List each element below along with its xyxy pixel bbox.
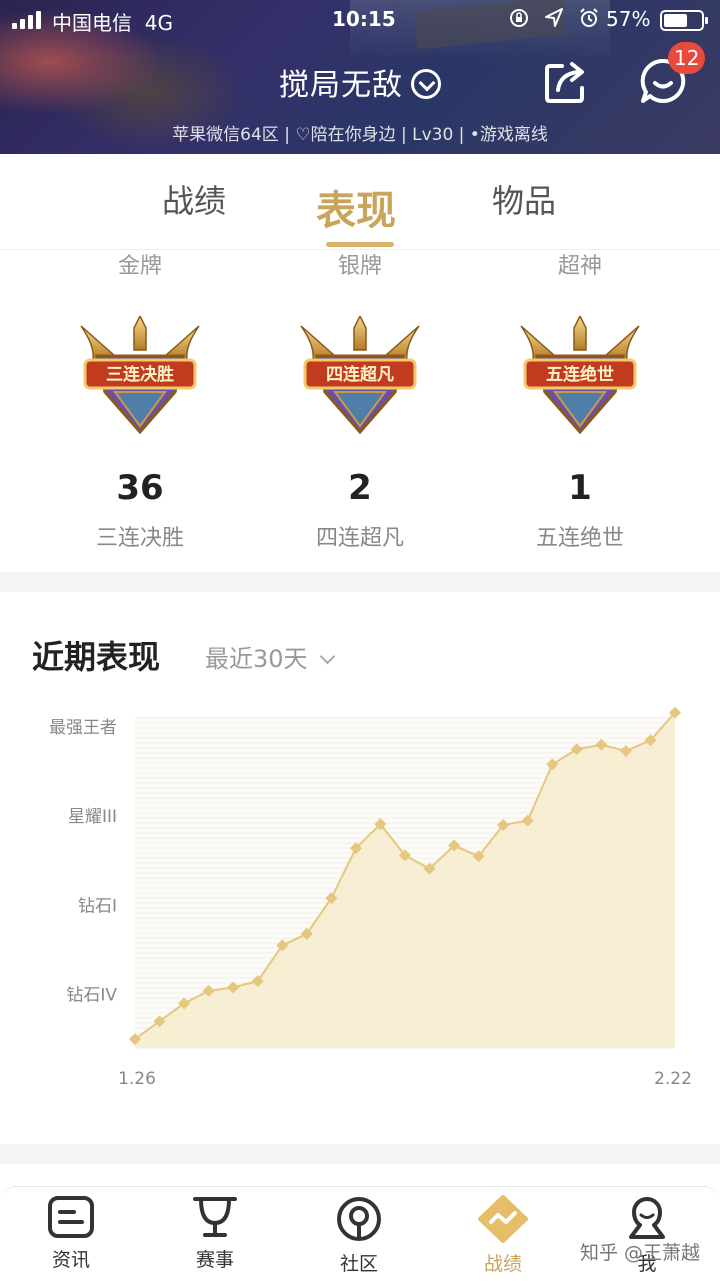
medal-silver[interactable]: 银牌 四连超凡 2 四连超凡 — [250, 250, 470, 552]
tab-items[interactable]: 物品 — [492, 176, 556, 222]
nav-label: 赛事 — [195, 1249, 234, 1271]
medal-name: 四连超凡 — [315, 526, 404, 551]
profile-header: 中国电信 4G 10:15 57% 搅局无敌 12 苹果微信64区 | ♡陪在你… — [0, 0, 720, 154]
y-tick-label: 钻石I — [78, 896, 117, 916]
chevron-down-icon — [411, 69, 441, 99]
nav-community[interactable]: 社区 — [309, 1195, 409, 1276]
carrier-label: 中国电信 4G — [52, 11, 173, 35]
medal-tier: 超神 — [557, 254, 602, 279]
time-range-select[interactable]: 最近30天 — [205, 639, 335, 674]
tab-bar: 战绩 表现 物品 — [0, 154, 720, 250]
y-tick-label: 钻石IV — [66, 985, 117, 1005]
message-badge: 12 — [668, 42, 706, 74]
bottom-nav: 资讯 赛事 社区 战绩 我 — [0, 1186, 720, 1281]
clock: 10:15 — [332, 7, 396, 31]
x-tick-label: 2.22 — [654, 1069, 692, 1089]
triple-kill-medal-icon: 三连决胜 — [80, 314, 200, 435]
tab-record[interactable]: 战绩 — [162, 176, 226, 222]
medal-section: 金牌 三连决胜 36 三连决胜 银牌 四连超凡 2 四连超凡 超神 五连绝世 1… — [0, 250, 720, 572]
medal-tier: 金牌 — [117, 254, 162, 279]
location-icon — [545, 8, 563, 27]
medal-count: 1 — [568, 468, 592, 508]
trophy-icon — [193, 1197, 237, 1237]
rotation-lock-icon — [510, 9, 528, 27]
chevron-down-icon — [319, 648, 335, 665]
player-meta: 苹果微信64区 | ♡陪在你身边 | Lv30 | •游戏离线 — [172, 125, 548, 145]
nav-label: 战绩 — [483, 1253, 522, 1275]
tab-active-indicator — [326, 242, 394, 247]
quadra-kill-medal-icon: 四连超凡 — [300, 314, 420, 435]
player-name: 搅局无敌 — [279, 68, 403, 103]
y-tick-label: 星耀III — [68, 807, 117, 827]
medal-gold[interactable]: 金牌 三连决胜 36 三连决胜 — [30, 250, 250, 552]
status-bar: 中国电信 4G 10:15 57% — [0, 0, 720, 40]
profile-icon — [629, 1197, 665, 1239]
player-name-switcher[interactable]: 搅局无敌 — [0, 60, 720, 104]
share-icon[interactable] — [542, 58, 590, 106]
nav-record[interactable]: 战绩 — [453, 1195, 553, 1276]
medal-name: 三连决胜 — [95, 526, 184, 551]
medal-emblem-text: 五连绝世 — [546, 364, 614, 385]
medal-emblem-text: 三连决胜 — [106, 364, 174, 385]
alarm-icon — [580, 8, 598, 27]
nav-label: 资讯 — [51, 1249, 90, 1271]
tab-performance[interactable]: 表现 — [316, 178, 396, 236]
medal-tier: 银牌 — [337, 254, 382, 279]
news-icon — [48, 1196, 94, 1238]
community-icon — [337, 1197, 381, 1241]
penta-kill-medal-icon: 五连绝世 — [520, 314, 640, 435]
watermark: 知乎 @王萧越 — [580, 1242, 701, 1264]
medal-emblem-text: 四连超凡 — [326, 364, 394, 385]
nav-news[interactable]: 资讯 — [21, 1195, 121, 1272]
medal-count: 36 — [116, 468, 164, 508]
signal-icon — [12, 11, 41, 29]
medal-name: 五连绝世 — [535, 526, 624, 551]
time-range-value: 最近30天 — [205, 645, 308, 673]
medal-count: 2 — [348, 468, 372, 508]
section-title: 近期表现 — [32, 638, 161, 676]
nav-label: 社区 — [339, 1253, 378, 1275]
status-icons — [508, 7, 600, 29]
nav-events[interactable]: 赛事 — [165, 1195, 265, 1272]
battery-percent: 57% — [606, 7, 651, 31]
x-tick-label: 1.26 — [118, 1069, 156, 1089]
y-tick-label: 最强王者 — [49, 718, 117, 738]
medal-legendary[interactable]: 超神 五连绝世 1 五连绝世 — [470, 250, 690, 552]
battery-icon — [660, 10, 708, 31]
recent-performance-card: 最强王者星耀III 钻石I 钻石IV 1.26 2.22 近期表现 最近30天 — [0, 592, 720, 1144]
record-icon — [478, 1195, 528, 1243]
